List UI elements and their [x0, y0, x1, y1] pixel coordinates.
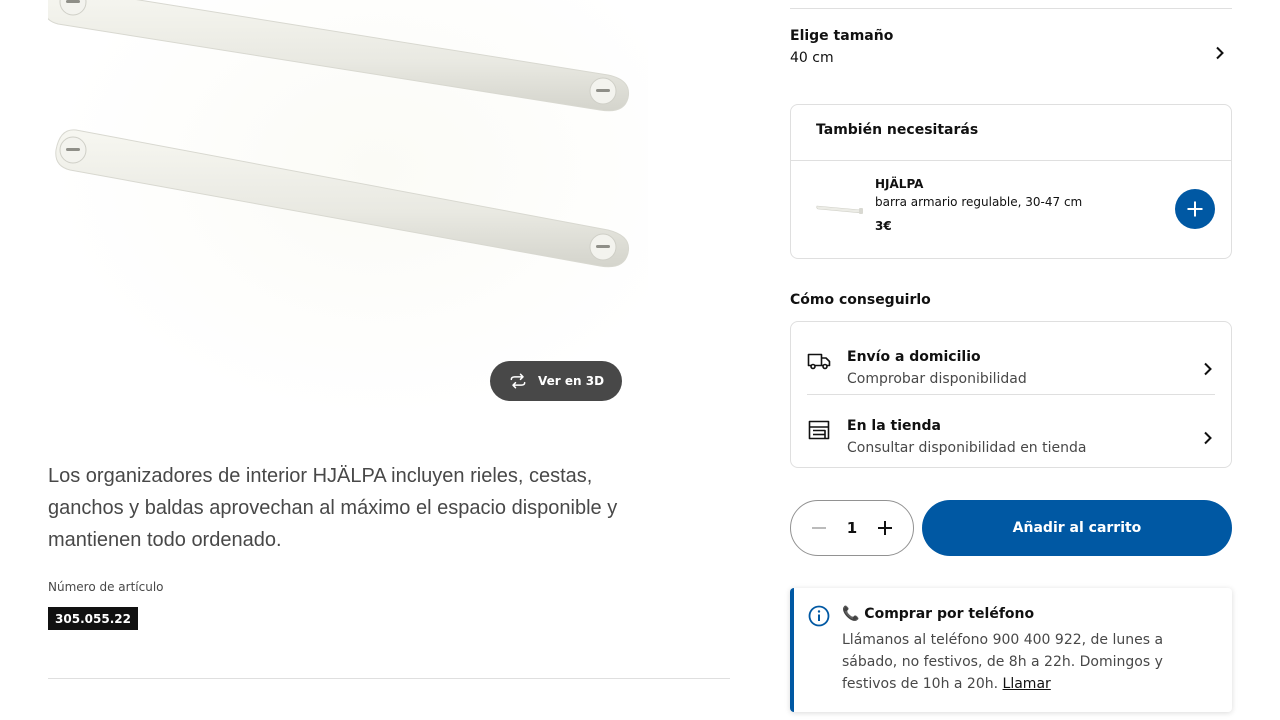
get-it-title: Cómo conseguirlo [790, 292, 931, 308]
chevron-right-icon [1216, 46, 1224, 60]
also-need-product-name[interactable]: HJÄLPA [875, 177, 923, 191]
divider [791, 160, 1231, 161]
product-image[interactable] [48, 0, 648, 420]
size-selector[interactable]: Elige tamaño 40 cm [790, 28, 1232, 78]
rail-illustration [48, 0, 630, 268]
add-accessory-button[interactable] [1175, 189, 1215, 229]
size-value: 40 cm [790, 50, 834, 66]
size-title: Elige tamaño [790, 28, 894, 44]
phone-order-title: 📞 Comprar por teléfono [842, 606, 1035, 622]
chevron-right-icon [1204, 362, 1212, 376]
store-icon [808, 420, 830, 440]
chevron-right-icon [1204, 431, 1212, 445]
phone-order-box: 📞 Comprar por teléfono Llámanos al teléf… [790, 588, 1232, 712]
also-need-product-description: barra armario regulable, 30-47 cm [875, 195, 1083, 209]
also-need-product-price: 3€ [875, 219, 892, 233]
call-link[interactable]: Llamar [1003, 676, 1051, 692]
phone-order-text: Llámanos al teléfono 900 400 922, de lun… [842, 629, 1212, 695]
divider [48, 678, 730, 679]
truck-icon [807, 353, 831, 370]
view-3d-label: Ver en 3D [538, 374, 605, 388]
product-description: Los organizadores de interior HJÄLPA inc… [48, 465, 618, 551]
view-3d-button[interactable]: Ver en 3D [490, 361, 622, 401]
plus-icon [1187, 201, 1203, 217]
info-icon [808, 605, 830, 627]
rail-top [48, 0, 630, 112]
in-store-option[interactable]: En la tienda Consultar disponibilidad en… [807, 400, 1215, 458]
plus-icon [878, 521, 892, 535]
in-store-subtitle: Consultar disponibilidad en tienda [847, 440, 1087, 456]
also-need-card: También necesitarás HJÄLPA barra armario… [790, 104, 1232, 259]
in-store-title: En la tienda [847, 418, 941, 434]
also-need-title: También necesitarás [816, 122, 979, 138]
increase-quantity-button[interactable] [875, 518, 895, 538]
article-number-label: Número de artículo [48, 580, 164, 594]
divider [790, 8, 1232, 9]
quantity-value[interactable]: 1 [847, 519, 857, 537]
quantity-stepper[interactable]: 1 [790, 500, 914, 556]
get-it-card: Envío a domicilio Comprobar disponibilid… [790, 321, 1232, 468]
rail-bottom [55, 129, 630, 268]
home-delivery-option[interactable]: Envío a domicilio Comprobar disponibilid… [807, 331, 1215, 389]
home-delivery-subtitle: Comprobar disponibilidad [847, 371, 1027, 387]
minus-icon [812, 527, 826, 529]
add-to-cart-button[interactable]: Añadir al carrito [922, 500, 1232, 556]
rotate-3d-icon [510, 373, 526, 389]
product-thumbnail[interactable] [815, 197, 865, 221]
decrease-quantity-button[interactable] [809, 518, 829, 538]
divider [807, 394, 1215, 395]
home-delivery-title: Envío a domicilio [847, 349, 981, 365]
article-number: 305.055.22 [48, 607, 138, 630]
